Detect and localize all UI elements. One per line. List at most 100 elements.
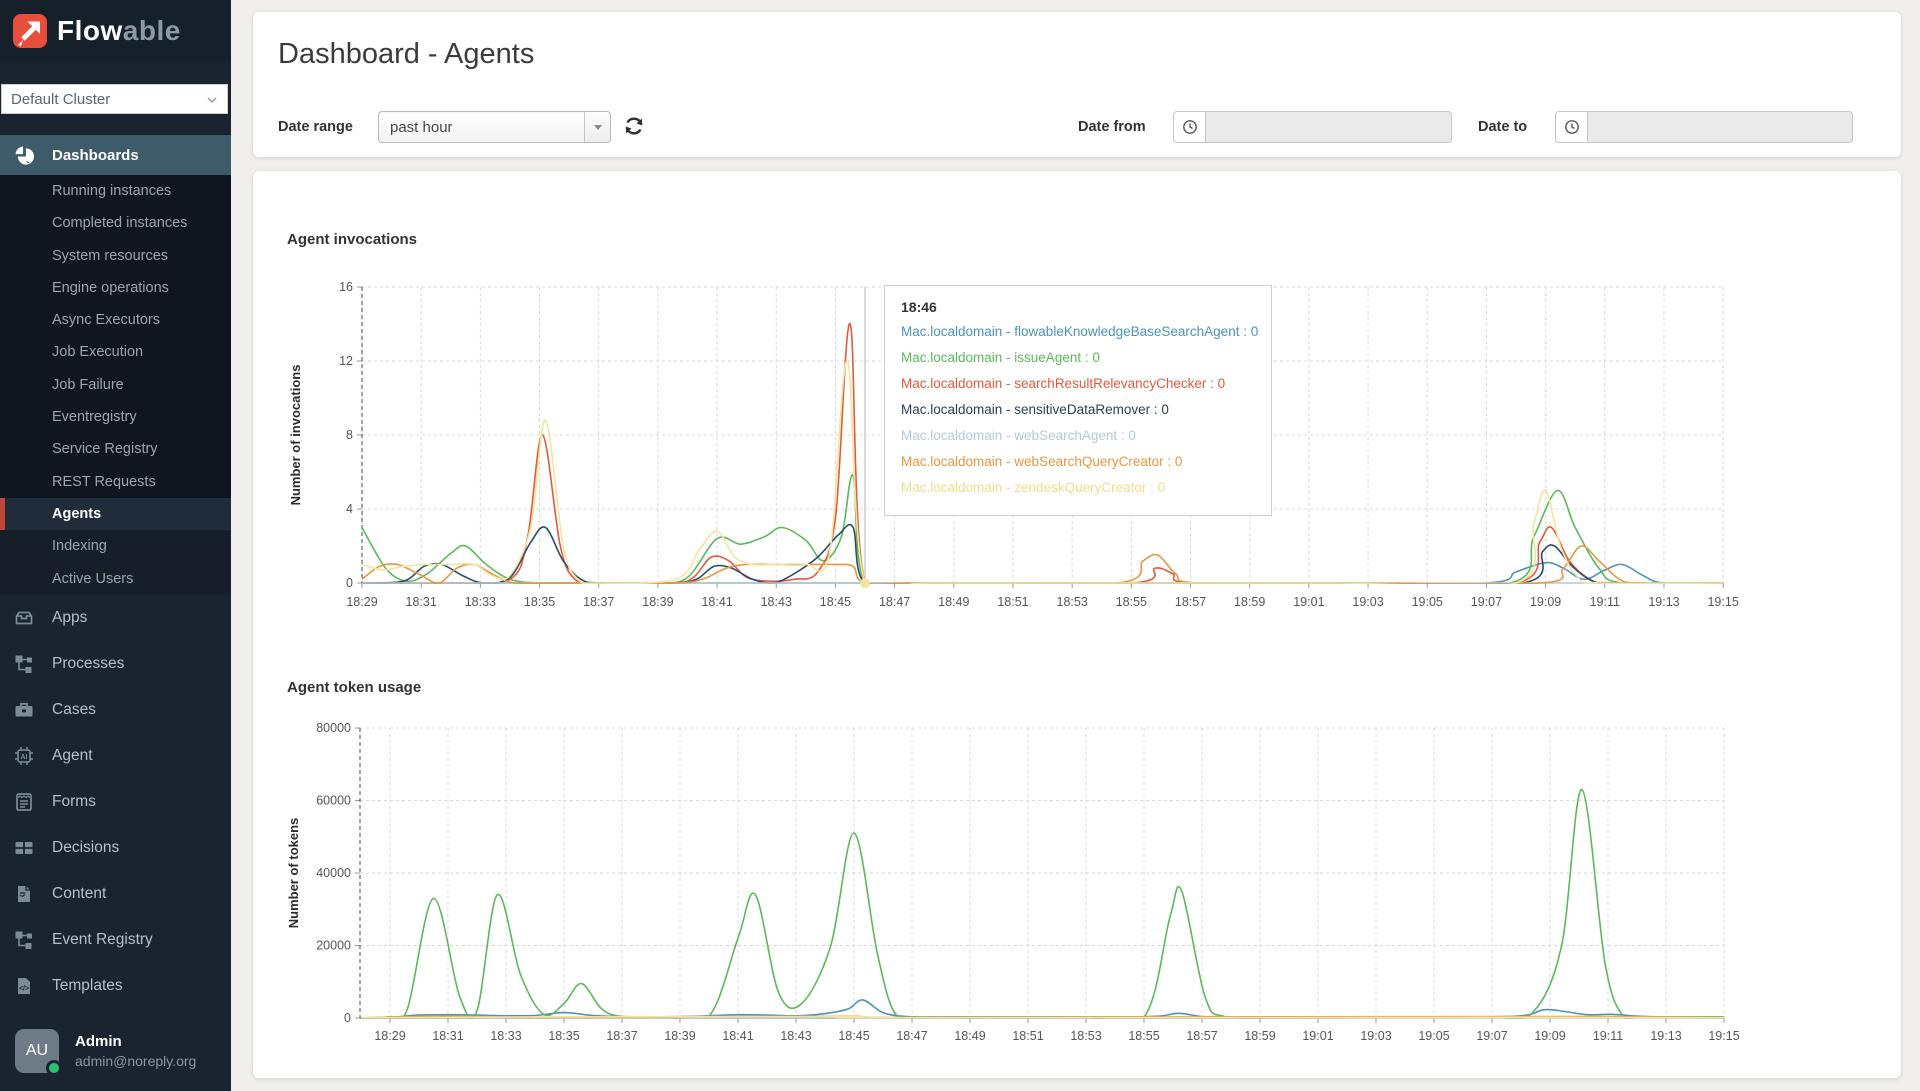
sidebar-subitem[interactable]: Eventregistry	[0, 401, 231, 433]
sidebar-subitem[interactable]: Agents	[0, 497, 231, 531]
svg-text:8: 8	[346, 428, 353, 442]
sidebar-subitem[interactable]: REST Requests	[0, 466, 231, 498]
sidebar-subitem-label: Job Failure	[52, 376, 124, 393]
sidebar-subitem[interactable]: Async Executors	[0, 304, 231, 336]
date-from-input[interactable]	[1206, 111, 1452, 143]
sidebar-item-label: Forms	[52, 793, 96, 810]
cluster-select[interactable]: Default Cluster	[1, 84, 228, 114]
sidebar-subitem-label: Service Registry	[52, 441, 158, 458]
date-from-clock-button[interactable]	[1173, 111, 1206, 143]
date-to-label: Date to	[1478, 119, 1528, 135]
date-range-select[interactable]: past hour	[378, 111, 611, 143]
sidebar-item[interactable]: </> Templates	[0, 963, 231, 1009]
sidebar-item[interactable]: Cases	[0, 687, 231, 733]
sidebar-subitem[interactable]: Job Failure	[0, 369, 231, 401]
svg-text:18:47: 18:47	[879, 595, 910, 609]
sidebar-item-label: Templates	[52, 977, 123, 994]
sidebar-item-label: Processes	[52, 655, 125, 672]
svg-text:80000: 80000	[316, 721, 351, 735]
svg-text:40000: 40000	[316, 866, 351, 880]
sidebar-subitem[interactable]: Running instances	[0, 175, 231, 207]
user-profile[interactable]: AU Admin admin@noreply.org	[0, 1011, 231, 1091]
sidebar-item[interactable]: AI Agent	[0, 733, 231, 779]
page-title: Dashboard - Agents	[278, 38, 535, 70]
flowable-logo-icon	[12, 13, 48, 49]
date-to-clock-button[interactable]	[1555, 111, 1588, 143]
sidebar-subitem[interactable]: Indexing	[0, 530, 231, 563]
sidebar-item[interactable]: Content	[0, 871, 231, 917]
form-doc-icon	[14, 792, 34, 812]
svg-text:0: 0	[344, 1011, 351, 1025]
svg-text:Number of invocations: Number of invocations	[288, 365, 303, 506]
clock-icon	[1182, 120, 1197, 134]
sidebar-item-label: Agent	[52, 747, 93, 764]
date-to-input[interactable]	[1588, 111, 1853, 143]
chart-tooltip: 18:46 Mac.localdomain - flowableKnowledg…	[884, 285, 1272, 516]
sidebar-item[interactable]: Apps	[0, 595, 231, 641]
svg-text:18:41: 18:41	[722, 1029, 753, 1043]
flowable-logo: Flowable	[0, 0, 231, 62]
tooltip-entry: Mac.localdomain - flowableKnowledgeBaseS…	[901, 324, 1259, 339]
svg-text:19:13: 19:13	[1650, 1029, 1681, 1043]
tooltip-entry: Mac.localdomain - searchResultRelevancyC…	[901, 376, 1226, 391]
avatar: AU	[15, 1029, 62, 1076]
refresh-button[interactable]	[621, 114, 647, 140]
svg-text:18:39: 18:39	[642, 595, 673, 609]
sitemap-icon	[14, 654, 34, 674]
sidebar-item-dashboards[interactable]: Dashboards	[0, 135, 231, 175]
svg-text:18:51: 18:51	[997, 595, 1028, 609]
tooltip-entry: Mac.localdomain - webSearchAgent : 0	[901, 428, 1136, 443]
svg-text:60000: 60000	[316, 794, 351, 808]
apps-box-icon	[14, 608, 34, 628]
svg-text:18:35: 18:35	[548, 1029, 579, 1043]
svg-text:12: 12	[339, 354, 353, 368]
svg-text:19:03: 19:03	[1352, 595, 1383, 609]
svg-text:19:09: 19:09	[1530, 595, 1561, 609]
svg-text:18:31: 18:31	[406, 595, 437, 609]
chevron-down-icon[interactable]	[584, 112, 610, 142]
sidebar-subitem[interactable]: Job Execution	[0, 336, 231, 368]
svg-text:18:47: 18:47	[896, 1029, 927, 1043]
svg-text:20000: 20000	[316, 939, 351, 953]
sidebar-item[interactable]: Processes	[0, 641, 231, 687]
svg-text:19:01: 19:01	[1293, 595, 1324, 609]
svg-text:18:49: 18:49	[954, 1029, 985, 1043]
svg-text:18:57: 18:57	[1175, 595, 1206, 609]
svg-text:AI: AI	[21, 754, 28, 761]
svg-text:18:33: 18:33	[465, 595, 496, 609]
svg-text:18:37: 18:37	[583, 595, 614, 609]
ai-chip-icon: AI	[14, 746, 34, 766]
svg-text:19:05: 19:05	[1412, 595, 1443, 609]
sidebar-subitem[interactable]: System resources	[0, 240, 231, 272]
sidebar-subitem[interactable]: Service Registry	[0, 433, 231, 465]
sidebar-item[interactable]: Event Registry	[0, 917, 231, 963]
token-usage-chart[interactable]: 18:29 18:31 18:33 18:35 18:37 18:39 18:41 18:43…	[280, 671, 1800, 1056]
svg-text:19:07: 19:07	[1471, 595, 1502, 609]
tooltip-entry: Mac.localdomain - issueAgent : 0	[901, 350, 1100, 365]
sidebar: Flowable Default Cluster Dashboards Runn…	[0, 0, 231, 1091]
svg-text:19:07: 19:07	[1476, 1029, 1507, 1043]
date-range-label: Date range	[278, 119, 353, 135]
sidebar-subitem[interactable]: Completed instances	[0, 207, 231, 239]
svg-text:19:11: 19:11	[1590, 595, 1620, 609]
svg-text:Number of tokens: Number of tokens	[286, 818, 301, 929]
template-code-icon: </>	[14, 976, 34, 996]
sidebar-subitem[interactable]: Active Users	[0, 562, 231, 595]
header-panel: Dashboard - Agents Date range past hour …	[253, 12, 1901, 157]
svg-text:18:29: 18:29	[374, 1029, 405, 1043]
sidebar-item-label: Content	[52, 885, 107, 902]
svg-text:18:55: 18:55	[1128, 1029, 1159, 1043]
svg-text:18:37: 18:37	[606, 1029, 637, 1043]
svg-text:18:41: 18:41	[701, 595, 732, 609]
sidebar-subitem[interactable]: Engine operations	[0, 272, 231, 304]
tooltip-entry: Mac.localdomain - webSearchQueryCreator …	[901, 454, 1183, 469]
date-from-label: Date from	[1078, 119, 1146, 135]
svg-text:18:43: 18:43	[780, 1029, 811, 1043]
sidebar-item[interactable]: Decisions	[0, 825, 231, 871]
svg-text:18:57: 18:57	[1186, 1029, 1217, 1043]
sidebar-subitem-label: Agents	[52, 505, 102, 522]
sidebar-item[interactable]: Forms	[0, 779, 231, 825]
svg-text:18:45: 18:45	[838, 1029, 869, 1043]
svg-text:</>: </>	[19, 986, 29, 993]
svg-text:18:35: 18:35	[524, 595, 555, 609]
